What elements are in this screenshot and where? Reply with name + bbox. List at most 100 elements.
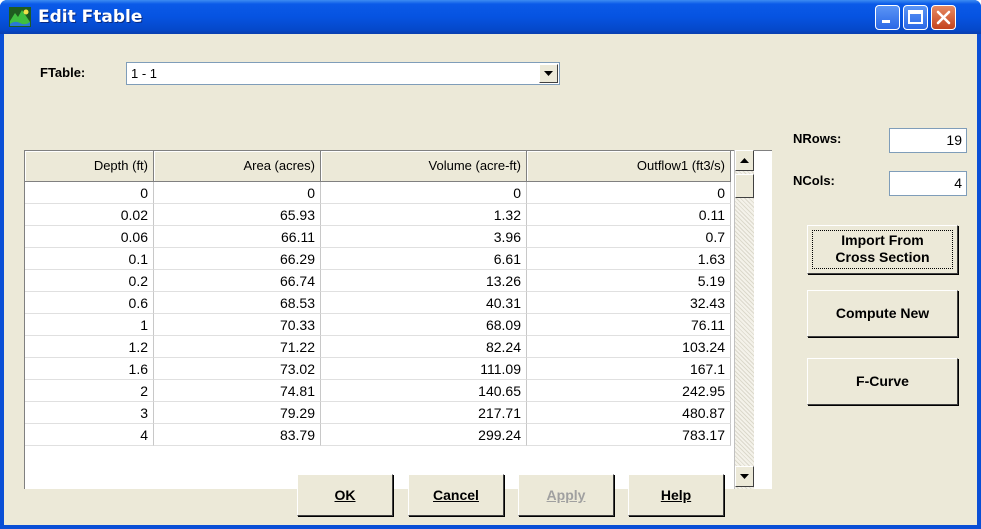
ncols-field[interactable]: 4 [889, 171, 967, 196]
cancel-button[interactable]: Cancel [408, 474, 504, 516]
depth-cell[interactable]: 3 [25, 402, 154, 424]
minimize-icon [882, 20, 890, 23]
area-cell[interactable]: 73.02 [154, 358, 321, 380]
area-cell[interactable]: 65.93 [154, 204, 321, 226]
table-row[interactable]: 0.02 65.93 1.32 0.11 [25, 204, 731, 226]
table-row[interactable]: 0.2 66.74 13.26 5.19 [25, 270, 731, 292]
depth-cell[interactable]: 0.1 [25, 248, 154, 270]
ftable-app-icon [9, 7, 31, 27]
volume-cell[interactable]: 68.09 [321, 314, 527, 336]
area-cell[interactable]: 66.74 [154, 270, 321, 292]
outflow1-cell[interactable]: 0 [527, 182, 731, 204]
column-header-depth[interactable]: Depth (ft) [25, 151, 154, 182]
compute-new-button[interactable]: Compute New [807, 290, 958, 337]
ftable-select[interactable]: 1 - 1 [126, 62, 560, 85]
depth-cell[interactable]: 1.2 [25, 336, 154, 358]
depth-cell[interactable]: 0 [25, 182, 154, 204]
table-row[interactable]: 0000 [25, 182, 731, 204]
table-row[interactable]: 1.6 73.02 111.09 167.1 [25, 358, 731, 380]
volume-cell[interactable]: 299.24 [321, 424, 527, 446]
ftable-dropdown-button[interactable] [539, 64, 558, 83]
volume-cell[interactable]: 6.61 [321, 248, 527, 270]
depth-cell[interactable]: 0.2 [25, 270, 154, 292]
apply-button[interactable]: Apply [518, 474, 614, 516]
scroll-up-button[interactable] [735, 150, 754, 171]
outflow1-cell[interactable]: 0.11 [527, 204, 731, 226]
scroll-down-icon [740, 474, 749, 479]
chevron-down-icon [544, 71, 553, 76]
column-header-volume[interactable]: Volume (acre-ft) [321, 151, 527, 182]
area-cell[interactable]: 68.53 [154, 292, 321, 314]
area-cell[interactable]: 74.81 [154, 380, 321, 402]
volume-cell[interactable]: 140.65 [321, 380, 527, 402]
maximize-icon [908, 10, 923, 24]
f-curve-button[interactable]: F-Curve [807, 358, 958, 405]
minimize-button[interactable] [875, 5, 900, 30]
outflow1-cell[interactable]: 76.11 [527, 314, 731, 336]
grid-header: Depth (ft) Area (acres) Volume (acre-ft)… [25, 151, 731, 182]
area-cell[interactable]: 71.22 [154, 336, 321, 358]
depth-cell[interactable]: 0.6 [25, 292, 154, 314]
volume-cell[interactable]: 1.32 [321, 204, 527, 226]
close-button[interactable] [931, 5, 956, 30]
window-title: Edit Ftable [38, 7, 143, 27]
area-cell[interactable]: 83.79 [154, 424, 321, 446]
title-bar[interactable]: Edit Ftable [0, 0, 981, 34]
area-cell[interactable]: 66.11 [154, 226, 321, 248]
volume-cell[interactable]: 3.96 [321, 226, 527, 248]
table-row[interactable]: 3 79.29 217.71 480.87 [25, 402, 731, 424]
ftable-selected-value: 1 - 1 [131, 66, 158, 81]
focus-rectangle [812, 230, 953, 269]
outflow1-cell[interactable]: 32.43 [527, 292, 731, 314]
depth-cell[interactable]: 0.02 [25, 204, 154, 226]
area-cell[interactable]: 70.33 [154, 314, 321, 336]
close-icon [936, 10, 951, 25]
outflow1-cell[interactable]: 480.87 [527, 402, 731, 424]
depth-cell[interactable]: 4 [25, 424, 154, 446]
ftable-grid[interactable]: Depth (ft) Area (acres) Volume (acre-ft)… [24, 150, 772, 489]
ok-button[interactable]: OK [297, 474, 393, 516]
maximize-button[interactable] [903, 5, 928, 30]
outflow1-cell[interactable]: 103.24 [527, 336, 731, 358]
ncols-label: NCols: [793, 173, 835, 188]
depth-cell[interactable]: 1.6 [25, 358, 154, 380]
volume-cell[interactable]: 0 [321, 182, 527, 204]
table-row[interactable]: 4 83.79 299.24 783.17 [25, 424, 731, 446]
volume-cell[interactable]: 217.71 [321, 402, 527, 424]
area-cell[interactable]: 0 [154, 182, 321, 204]
outflow1-cell[interactable]: 0.7 [527, 226, 731, 248]
table-row[interactable]: 0.1 66.29 6.61 1.63 [25, 248, 731, 270]
volume-cell[interactable]: 111.09 [321, 358, 527, 380]
help-button[interactable]: Help [628, 474, 724, 516]
table-row[interactable]: 1.2 71.22 82.24 103.24 [25, 336, 731, 358]
table-row[interactable]: 0.06 66.11 3.96 0.7 [25, 226, 731, 248]
table-row[interactable]: 2 74.81 140.65 242.95 [25, 380, 731, 402]
scroll-thumb[interactable] [735, 174, 754, 198]
outflow1-cell[interactable]: 783.17 [527, 424, 731, 446]
nrows-field[interactable]: 19 [889, 128, 967, 153]
grid-vertical-scrollbar[interactable] [734, 150, 754, 489]
volume-cell[interactable]: 13.26 [321, 270, 527, 292]
scroll-down-button[interactable] [735, 466, 754, 487]
column-header-area[interactable]: Area (acres) [154, 151, 321, 182]
area-cell[interactable]: 79.29 [154, 402, 321, 424]
import-from-cross-section-button[interactable]: Import From Cross Section [807, 225, 958, 274]
table-row[interactable]: 0.6 68.53 40.31 32.43 [25, 292, 731, 314]
outflow1-cell[interactable]: 5.19 [527, 270, 731, 292]
outflow1-cell[interactable]: 167.1 [527, 358, 731, 380]
column-header-outflow1[interactable]: Outflow1 (ft3/s) [527, 151, 731, 182]
outflow1-cell[interactable]: 1.63 [527, 248, 731, 270]
dialog-body: FTable: 1 - 1 Depth (ft) Area (acres) Vo… [4, 34, 977, 525]
depth-cell[interactable]: 0.06 [25, 226, 154, 248]
area-cell[interactable]: 66.29 [154, 248, 321, 270]
table-row[interactable]: 1 70.33 68.09 76.11 [25, 314, 731, 336]
outflow1-cell[interactable]: 242.95 [527, 380, 731, 402]
depth-cell[interactable]: 1 [25, 314, 154, 336]
edit-ftable-window: Edit Ftable FTable: 1 - 1 Depth (ft) Are… [0, 0, 981, 529]
help-button-label: Help [660, 487, 692, 503]
depth-cell[interactable]: 2 [25, 380, 154, 402]
nrows-label: NRows: [793, 131, 842, 146]
ok-button-label: OK [334, 487, 356, 503]
volume-cell[interactable]: 40.31 [321, 292, 527, 314]
volume-cell[interactable]: 82.24 [321, 336, 527, 358]
